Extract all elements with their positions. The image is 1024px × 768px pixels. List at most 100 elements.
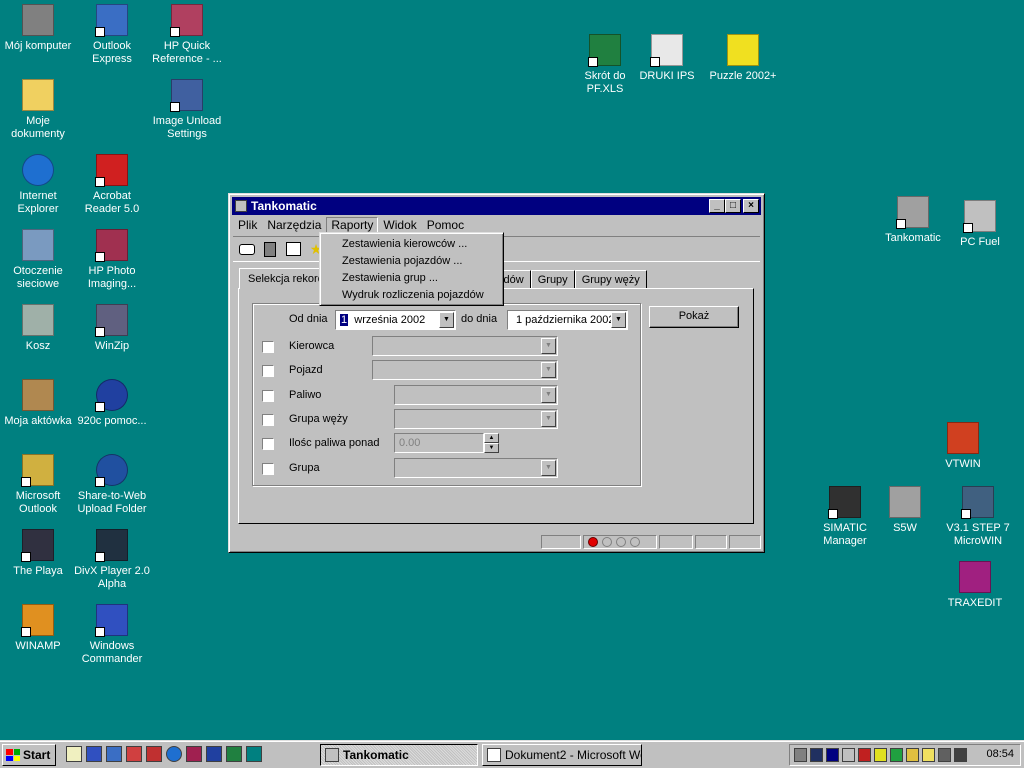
grupa-wezy-checkbox[interactable] [262,414,274,426]
desktop-icon-internet-explorer[interactable]: Internet Explorer [0,154,76,216]
desktop-icon-my-documents[interactable]: Moje dokumenty [0,79,76,141]
desktop-icon-image-unload[interactable]: Image Unload Settings [149,79,225,141]
tray-usb-icon[interactable] [938,748,951,762]
tab-grupy[interactable]: Grupy [530,270,575,289]
chevron-down-icon[interactable]: ▼ [541,362,556,378]
desktop-icon-tankomatic[interactable]: Tankomatic [875,196,951,245]
quicklaunch-floppy-icon[interactable] [86,746,102,762]
tray-language-icon[interactable] [826,748,839,762]
menu-item-zestawienia-kierowcow[interactable]: Zestawienia kierowców ... [320,236,503,253]
quicklaunch-desktop-icon[interactable] [246,746,262,762]
chevron-down-icon[interactable]: ▼ [541,338,556,354]
menu-item-zestawienia-pojazdow[interactable]: Zestawienia pojazdów ... [320,253,503,270]
maximize-button[interactable]: □ [725,199,741,213]
close-button[interactable]: × [743,199,759,213]
desktop-icon-acrobat[interactable]: Acrobat Reader 5.0 [74,154,150,216]
tray-scheduler-icon[interactable] [874,748,887,762]
quicklaunch-notepad-icon[interactable] [66,746,82,762]
chevron-down-icon[interactable]: ▼ [541,411,556,427]
tray-printer-icon[interactable] [906,748,919,762]
desktop-icon-ms-outlook[interactable]: Microsoft Outlook [0,454,76,516]
desktop-icon-divx[interactable]: DivX Player 2.0 Alpha [74,529,150,591]
menu-raporty[interactable]: Raporty [326,217,379,233]
task-button-word[interactable]: Dokument2 - Microsoft Word [482,744,642,766]
kierowca-select[interactable]: ▼ [372,336,558,356]
pokaz-button[interactable]: Pokaż [649,306,739,328]
desktop-icon-920c[interactable]: 920c pomoc... [74,379,150,428]
desktop-icon-my-computer[interactable]: Mój komputer [0,4,76,53]
paliwo-select[interactable]: ▼ [394,385,558,405]
grupa-checkbox[interactable] [262,463,274,475]
spin-down-icon[interactable]: ▼ [484,443,499,453]
tray-antivirus-icon[interactable] [858,748,871,762]
grupa-select[interactable]: ▼ [394,458,558,478]
chevron-down-icon[interactable]: ▼ [439,312,454,328]
desktop-icon-recycle-bin[interactable]: Kosz [0,304,76,353]
desktop-icon-traxedit[interactable]: TRAXEDIT [937,561,1013,610]
picture-icon[interactable] [283,240,303,258]
desktop-icon-winamp[interactable]: WINAMP [0,604,76,653]
spin-up-icon[interactable]: ▲ [484,433,499,443]
task-button-tankomatic[interactable]: Tankomatic [320,744,478,766]
desktop-icon-the-playa[interactable]: The Playa [0,529,76,578]
desktop-icon-windows-commander[interactable]: Windows Commander [74,604,150,666]
quicklaunch-excel-icon[interactable] [226,746,242,762]
kierowca-checkbox[interactable] [262,341,274,353]
desktop-icon-network[interactable]: Otoczenie sieciowe [0,229,76,291]
quicklaunch-outlook-icon[interactable] [106,746,122,762]
menu-pomoc[interactable]: Pomoc [422,218,469,232]
tray-ie-icon[interactable] [842,748,855,762]
desktop-icon-winzip[interactable]: WinZip [74,304,150,353]
paliwo-label: Paliwo [289,389,322,401]
desktop-icon-hp-photo[interactable]: HP Photo Imaging... [74,229,150,291]
ilosc-paliwa-checkbox[interactable] [262,438,274,450]
menu-item-wydruk-rozliczenia[interactable]: Wydruk rozliczenia pojazdów [320,287,503,304]
od-dnia-date-picker[interactable]: 1 września 2002 ▼ [335,310,456,330]
ilosc-paliwa-input[interactable]: 0.00 [394,433,484,453]
id-card-icon[interactable] [237,240,257,258]
desktop-icon-microwin[interactable]: V3.1 STEP 7 MicroWIN [940,486,1016,548]
tray-sync-icon[interactable] [890,748,903,762]
task-label: Dokument2 - Microsoft Word [505,748,641,762]
fuel-pump-icon[interactable] [260,240,280,258]
tray-camera-icon[interactable] [954,748,967,762]
ie-icon [22,154,54,186]
menu-widok[interactable]: Widok [378,218,421,232]
chevron-down-icon[interactable]: ▼ [611,312,626,328]
quicklaunch-word-icon[interactable] [206,746,222,762]
desktop-icon-vtwin[interactable]: VTWIN [925,422,1001,471]
status-led [616,537,626,547]
paliwo-checkbox[interactable] [262,390,274,402]
quicklaunch-calc-icon[interactable] [146,746,162,762]
menu-plik[interactable]: Plik [233,218,262,232]
quicklaunch-access-icon[interactable] [186,746,202,762]
chevron-down-icon[interactable]: ▼ [541,387,556,403]
pojazd-checkbox[interactable] [262,365,274,377]
desktop-icon-s5w[interactable]: S5W [867,486,943,535]
do-dnia-date-picker[interactable]: 1 października 2002 ▼ [507,310,628,330]
tray-network-icon[interactable] [794,748,807,762]
pojazd-select[interactable]: ▼ [372,360,558,380]
quicklaunch-calendar-icon[interactable] [126,746,142,762]
tray-monitor-icon[interactable] [810,748,823,762]
tray-volume-icon[interactable] [922,748,935,762]
desktop-icon-hp-quick-reference[interactable]: HP Quick Reference - ... [149,4,225,66]
tab-grupy-wezy[interactable]: Grupy węży [574,270,647,289]
app-icon [235,200,247,212]
menu-item-zestawienia-grup[interactable]: Zestawienia grup ... [320,270,503,287]
desktop-icon-briefcase[interactable]: Moja aktówka [0,379,76,428]
desktop-icon-outlook-express[interactable]: Outlook Express [74,4,150,66]
title-bar[interactable]: Tankomatic _ □ × [232,197,761,215]
ilosc-paliwa-spinner[interactable]: ▲ ▼ [484,433,499,453]
minimize-button[interactable]: _ [709,199,725,213]
menu-narzedzia[interactable]: Narzędzia [262,218,326,232]
grupa-wezy-select[interactable]: ▼ [394,409,558,429]
desktop-icon-share-to-web[interactable]: Share-to-Web Upload Folder [74,454,150,516]
quicklaunch-ie-icon[interactable] [166,746,182,762]
start-button[interactable]: Start [2,744,56,766]
clock[interactable]: 08:54 [986,748,1014,760]
desktop-icon-puzzle[interactable]: Puzzle 2002+ [705,34,781,83]
desktop-icon-druki-ips[interactable]: DRUKI IPS [629,34,705,83]
desktop-icon-pc-fuel[interactable]: PC Fuel [942,200,1018,249]
chevron-down-icon[interactable]: ▼ [541,460,556,476]
